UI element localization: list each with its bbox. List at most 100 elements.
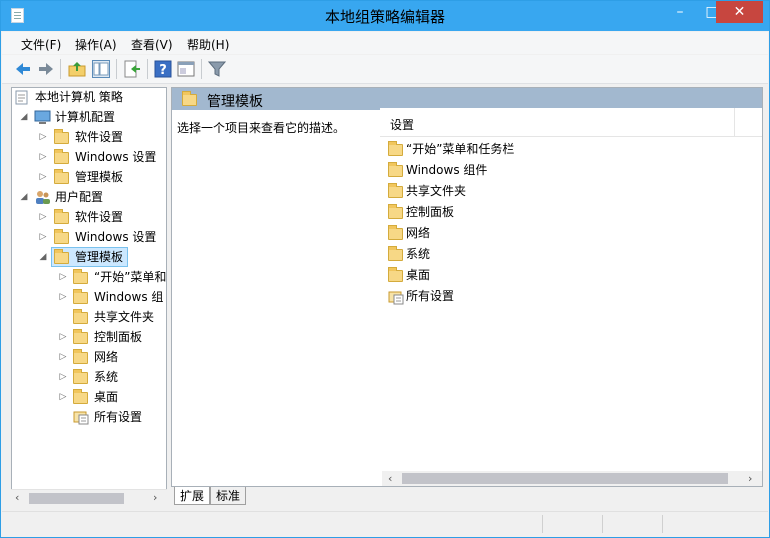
expand-arrow-icon[interactable]: ▷	[58, 348, 68, 366]
tree-label: 所有设置	[94, 410, 143, 424]
expand-arrow-icon[interactable]: ▷	[38, 228, 48, 246]
tree-label: 网络	[94, 350, 119, 364]
folder-icon	[54, 169, 69, 184]
forward-arrow-icon[interactable]	[37, 60, 55, 78]
menu-action[interactable]: 操作(A)	[75, 36, 117, 53]
expand-arrow-icon[interactable]: ▷	[58, 388, 68, 406]
console-tree[interactable]: 本地计算机 策略 ◢ 计算机配置 ▷ 软件设置 ▷ Windows 设置 ▷ 管…	[11, 87, 167, 507]
folder-icon	[388, 162, 403, 177]
details-pane: 管理模板 选择一个项目来查看它的描述。 设置 “开始”菜单和任务栏 Window…	[171, 87, 763, 487]
tree-label: 共享文件夹	[94, 310, 155, 324]
export-list-icon[interactable]	[123, 60, 141, 78]
users-icon	[36, 191, 50, 204]
filter-icon[interactable]	[208, 60, 226, 78]
scroll-left-arrow-icon[interactable]: ‹	[15, 491, 19, 504]
properties-icon[interactable]	[177, 60, 195, 78]
status-divider	[542, 515, 543, 533]
folder-icon	[73, 329, 88, 344]
folder-icon	[54, 149, 69, 164]
menu-help[interactable]: 帮助(H)	[187, 36, 229, 53]
folder-icon	[388, 183, 403, 198]
toolbar-separator	[147, 59, 148, 79]
expand-arrow-icon[interactable]: ▷	[58, 328, 68, 346]
details-horizontal-scrollbar[interactable]: ‹ ›	[382, 471, 762, 486]
tab-extended[interactable]: 扩展	[174, 487, 211, 505]
all-settings-icon	[388, 291, 404, 305]
details-header: 管理模板	[172, 88, 762, 110]
scrollbar-thumb[interactable]	[402, 473, 728, 484]
window-title: 本地组策略编辑器	[324, 8, 445, 26]
folder-icon	[73, 389, 88, 404]
tree-label: Windows 设置	[75, 230, 157, 244]
view-tabs: 扩展 标准	[171, 487, 763, 507]
expand-arrow-icon[interactable]: ▷	[38, 128, 48, 146]
policy-document-icon	[15, 90, 28, 105]
tree-label: 管理模板	[75, 170, 124, 184]
minimize-button[interactable]: –	[665, 1, 695, 23]
all-settings-icon	[73, 411, 89, 425]
menu-view[interactable]: 查看(V)	[131, 36, 173, 53]
folder-icon	[73, 369, 88, 384]
tree-label: 本地计算机 策略	[35, 90, 123, 104]
column-header-setting[interactable]: 设置	[380, 108, 762, 137]
folder-icon	[388, 225, 403, 240]
expand-arrow-icon[interactable]: ▷	[38, 148, 48, 166]
tree-label: 用户配置	[55, 190, 104, 204]
folder-icon	[73, 309, 88, 324]
tree-label: 软件设置	[75, 210, 124, 224]
status-divider	[602, 515, 603, 533]
status-divider	[662, 515, 663, 533]
menu-file[interactable]: 文件(F)	[21, 36, 61, 53]
folder-icon	[388, 141, 403, 156]
close-button[interactable]: ✕	[716, 1, 763, 23]
collapse-arrow-icon[interactable]: ◢	[19, 108, 29, 126]
svg-text:?: ?	[159, 63, 167, 78]
tree-label: Windows 设置	[75, 150, 157, 164]
expand-arrow-icon[interactable]: ▷	[38, 168, 48, 186]
details-title: 管理模板	[207, 94, 263, 110]
scroll-right-arrow-icon[interactable]: ›	[748, 472, 752, 485]
folder-icon	[73, 289, 88, 304]
menu-bar: 文件(F) 操作(A) 查看(V) 帮助(H)	[2, 32, 768, 54]
back-arrow-icon[interactable]	[14, 60, 32, 78]
toolbar-separator	[60, 59, 61, 79]
tree-label: 桌面	[94, 390, 119, 404]
tree-label: 计算机配置	[55, 110, 116, 124]
app-window: 本地组策略编辑器 – □ ✕ 文件(F) 操作(A) 查看(V) 帮助(H) ?…	[0, 0, 770, 538]
folder-icon	[182, 91, 197, 106]
description-text: 选择一个项目来查看它的描述。	[177, 121, 346, 135]
collapse-arrow-icon[interactable]: ◢	[38, 248, 48, 266]
folder-icon	[54, 129, 69, 144]
folder-icon	[73, 269, 88, 284]
status-bar	[2, 511, 768, 536]
folder-icon	[54, 229, 69, 244]
tab-standard[interactable]: 标准	[210, 487, 247, 505]
collapse-arrow-icon[interactable]: ◢	[19, 188, 29, 206]
column-divider[interactable]	[734, 108, 735, 136]
folder-icon	[388, 204, 403, 219]
tree-label: 控制面板	[94, 330, 143, 344]
folder-icon	[388, 267, 403, 282]
scrollbar-thumb[interactable]	[29, 493, 124, 504]
folder-icon	[388, 246, 403, 261]
expand-arrow-icon[interactable]: ▷	[58, 368, 68, 386]
up-folder-icon[interactable]	[68, 60, 86, 78]
folder-icon	[54, 209, 69, 224]
scroll-right-arrow-icon[interactable]: ›	[153, 491, 157, 504]
toolbar: ?	[2, 55, 768, 84]
tree-label: “开始”菜单和	[94, 270, 167, 284]
expand-arrow-icon[interactable]: ▷	[58, 268, 68, 286]
column-header-label: 设置	[390, 118, 415, 132]
title-bar[interactable]: 本地组策略编辑器 – □ ✕	[1, 1, 769, 31]
tree-label: 软件设置	[75, 130, 124, 144]
show-tree-icon[interactable]	[92, 60, 110, 78]
tree-horizontal-scrollbar[interactable]: ‹ ›	[11, 489, 167, 507]
expand-arrow-icon[interactable]: ▷	[38, 208, 48, 226]
folder-icon	[73, 349, 88, 364]
scroll-left-arrow-icon[interactable]: ‹	[388, 472, 392, 485]
toolbar-separator	[116, 59, 117, 79]
tree-label: 管理模板	[75, 250, 124, 264]
expand-arrow-icon[interactable]: ▷	[58, 288, 68, 306]
tree-label: 系统	[94, 370, 119, 384]
help-icon[interactable]: ?	[154, 60, 172, 78]
